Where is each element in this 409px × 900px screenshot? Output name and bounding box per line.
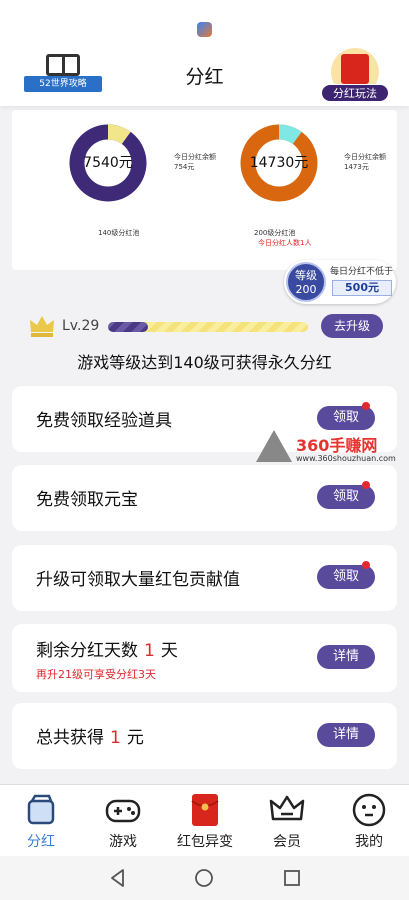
top-header: 52世界攻略 分红 分红玩法 <box>0 48 409 106</box>
claim-redpacket-label: 升级可领取大量红包贡献值 <box>36 570 240 590</box>
face-icon <box>352 793 386 827</box>
claim-redpacket-card: 升级可领取大量红包贡献值 领取 <box>12 545 397 611</box>
tab-member[interactable]: 会员 <box>246 785 328 857</box>
pool-200-caption2: 今日分红人数1人 <box>258 239 312 247</box>
total-earned-card: 总共获得 1 元 详情 <box>12 703 397 769</box>
tab-redpacket[interactable]: 红包异变 <box>164 785 246 857</box>
tab-dividend[interactable]: 分红 <box>0 785 82 857</box>
level-description: 游戏等级达到140级可获得永久分红 <box>77 353 332 372</box>
dividend-rules-button[interactable]: 分红玩法 <box>321 48 389 104</box>
level-text: Lv.29 <box>62 318 100 334</box>
watermark-url: www.360shouzhuan.com <box>296 454 396 463</box>
donut-chart-140: 7540元 <box>69 124 147 202</box>
recents-icon[interactable] <box>282 868 302 888</box>
red-envelope-icon <box>191 794 219 826</box>
tab-member-label: 会员 <box>273 834 301 850</box>
level-200-badge[interactable]: 等级 200 每日分红不低于 500元 <box>284 260 396 304</box>
total-earned-number: 1 <box>110 728 121 748</box>
system-nav-bar <box>0 856 409 900</box>
home-icon[interactable] <box>194 868 214 888</box>
remaining-days-number: 1 <box>144 641 155 661</box>
pool-140-legend: 今日分红余额 <box>174 153 216 161</box>
notification-dot <box>362 561 370 569</box>
level-progress-row: Lv.29 去升级 <box>26 312 386 342</box>
pool-200-legend-value: 1473元 <box>344 163 369 171</box>
dividend-icon <box>27 794 55 825</box>
crown-icon <box>269 795 305 821</box>
status-bar <box>0 0 409 48</box>
remaining-days-label: 剩余分红天数 1 天 <box>36 636 178 661</box>
remaining-days-text: 剩余分红天数 <box>36 641 138 661</box>
level-badge-line1: 每日分红不低于 <box>330 267 394 277</box>
level-progress-bar <box>108 322 308 332</box>
pool-140-legend-value: 754元 <box>174 163 195 171</box>
tab-mine[interactable]: 我的 <box>328 785 409 857</box>
dividend-rules-label: 分红玩法 <box>321 84 389 102</box>
level-circle-title: 等级 <box>295 269 317 282</box>
claim-exp-label: 免费领取经验道具 <box>36 411 172 431</box>
tab-game-label: 游戏 <box>109 834 137 850</box>
tab-redpacket-label: 红包异变 <box>177 834 233 850</box>
pool-140-caption: 140级分红池 <box>98 229 140 237</box>
total-earned-detail-button[interactable]: 详情 <box>317 723 375 747</box>
app-icon <box>197 22 212 37</box>
donut-chart-200: 14730元 <box>240 124 318 202</box>
total-earned-unit: 元 <box>126 728 144 748</box>
dividend-pool-card: 7540元 今日分红余额 754元 140级分红池 14730元 今日分红余额 … <box>12 110 397 270</box>
tab-mine-label: 我的 <box>355 834 383 850</box>
crown-icon <box>30 316 54 337</box>
level-progress-fill <box>108 322 148 332</box>
bottom-tab-bar: 分红 游戏 红包异变 会员 我的 <box>0 784 409 856</box>
level-circle: 等级 200 <box>286 262 326 302</box>
back-icon[interactable] <box>108 868 128 888</box>
remaining-days-unit: 天 <box>160 641 178 661</box>
claim-ingot-label: 免费领取元宝 <box>36 490 138 510</box>
remaining-days-card: 剩余分红天数 1 天 再升21级可享受分红3天 详情 <box>12 624 397 692</box>
total-earned-label: 总共获得 1 元 <box>36 723 144 748</box>
watermark-logo <box>256 430 292 462</box>
claim-ingot-card: 免费领取元宝 领取 <box>12 465 397 531</box>
notification-dot <box>362 481 370 489</box>
pool-200-legend: 今日分红余额 <box>344 153 386 161</box>
watermark: 360手赚网 www.360shouzhuan.com <box>256 430 406 470</box>
level-badge-line2: 500元 <box>332 280 392 296</box>
remaining-days-note: 再升21级可享受分红3天 <box>36 668 156 681</box>
notification-dot <box>362 402 370 410</box>
upgrade-button[interactable]: 去升级 <box>321 314 383 338</box>
total-earned-text: 总共获得 <box>36 728 104 748</box>
pool-140-value: 7540元 <box>83 155 133 171</box>
watermark-title: 360手赚网 <box>296 436 378 455</box>
pool-200-value: 14730元 <box>249 155 309 171</box>
remaining-days-detail-button[interactable]: 详情 <box>317 645 375 669</box>
level-circle-value: 200 <box>295 283 317 296</box>
pool-200-caption: 200级分红池 <box>254 229 296 237</box>
red-envelope-icon <box>341 54 369 84</box>
tab-game[interactable]: 游戏 <box>82 785 164 857</box>
tab-dividend-label: 分红 <box>27 834 55 850</box>
gamepad-icon <box>105 799 141 823</box>
